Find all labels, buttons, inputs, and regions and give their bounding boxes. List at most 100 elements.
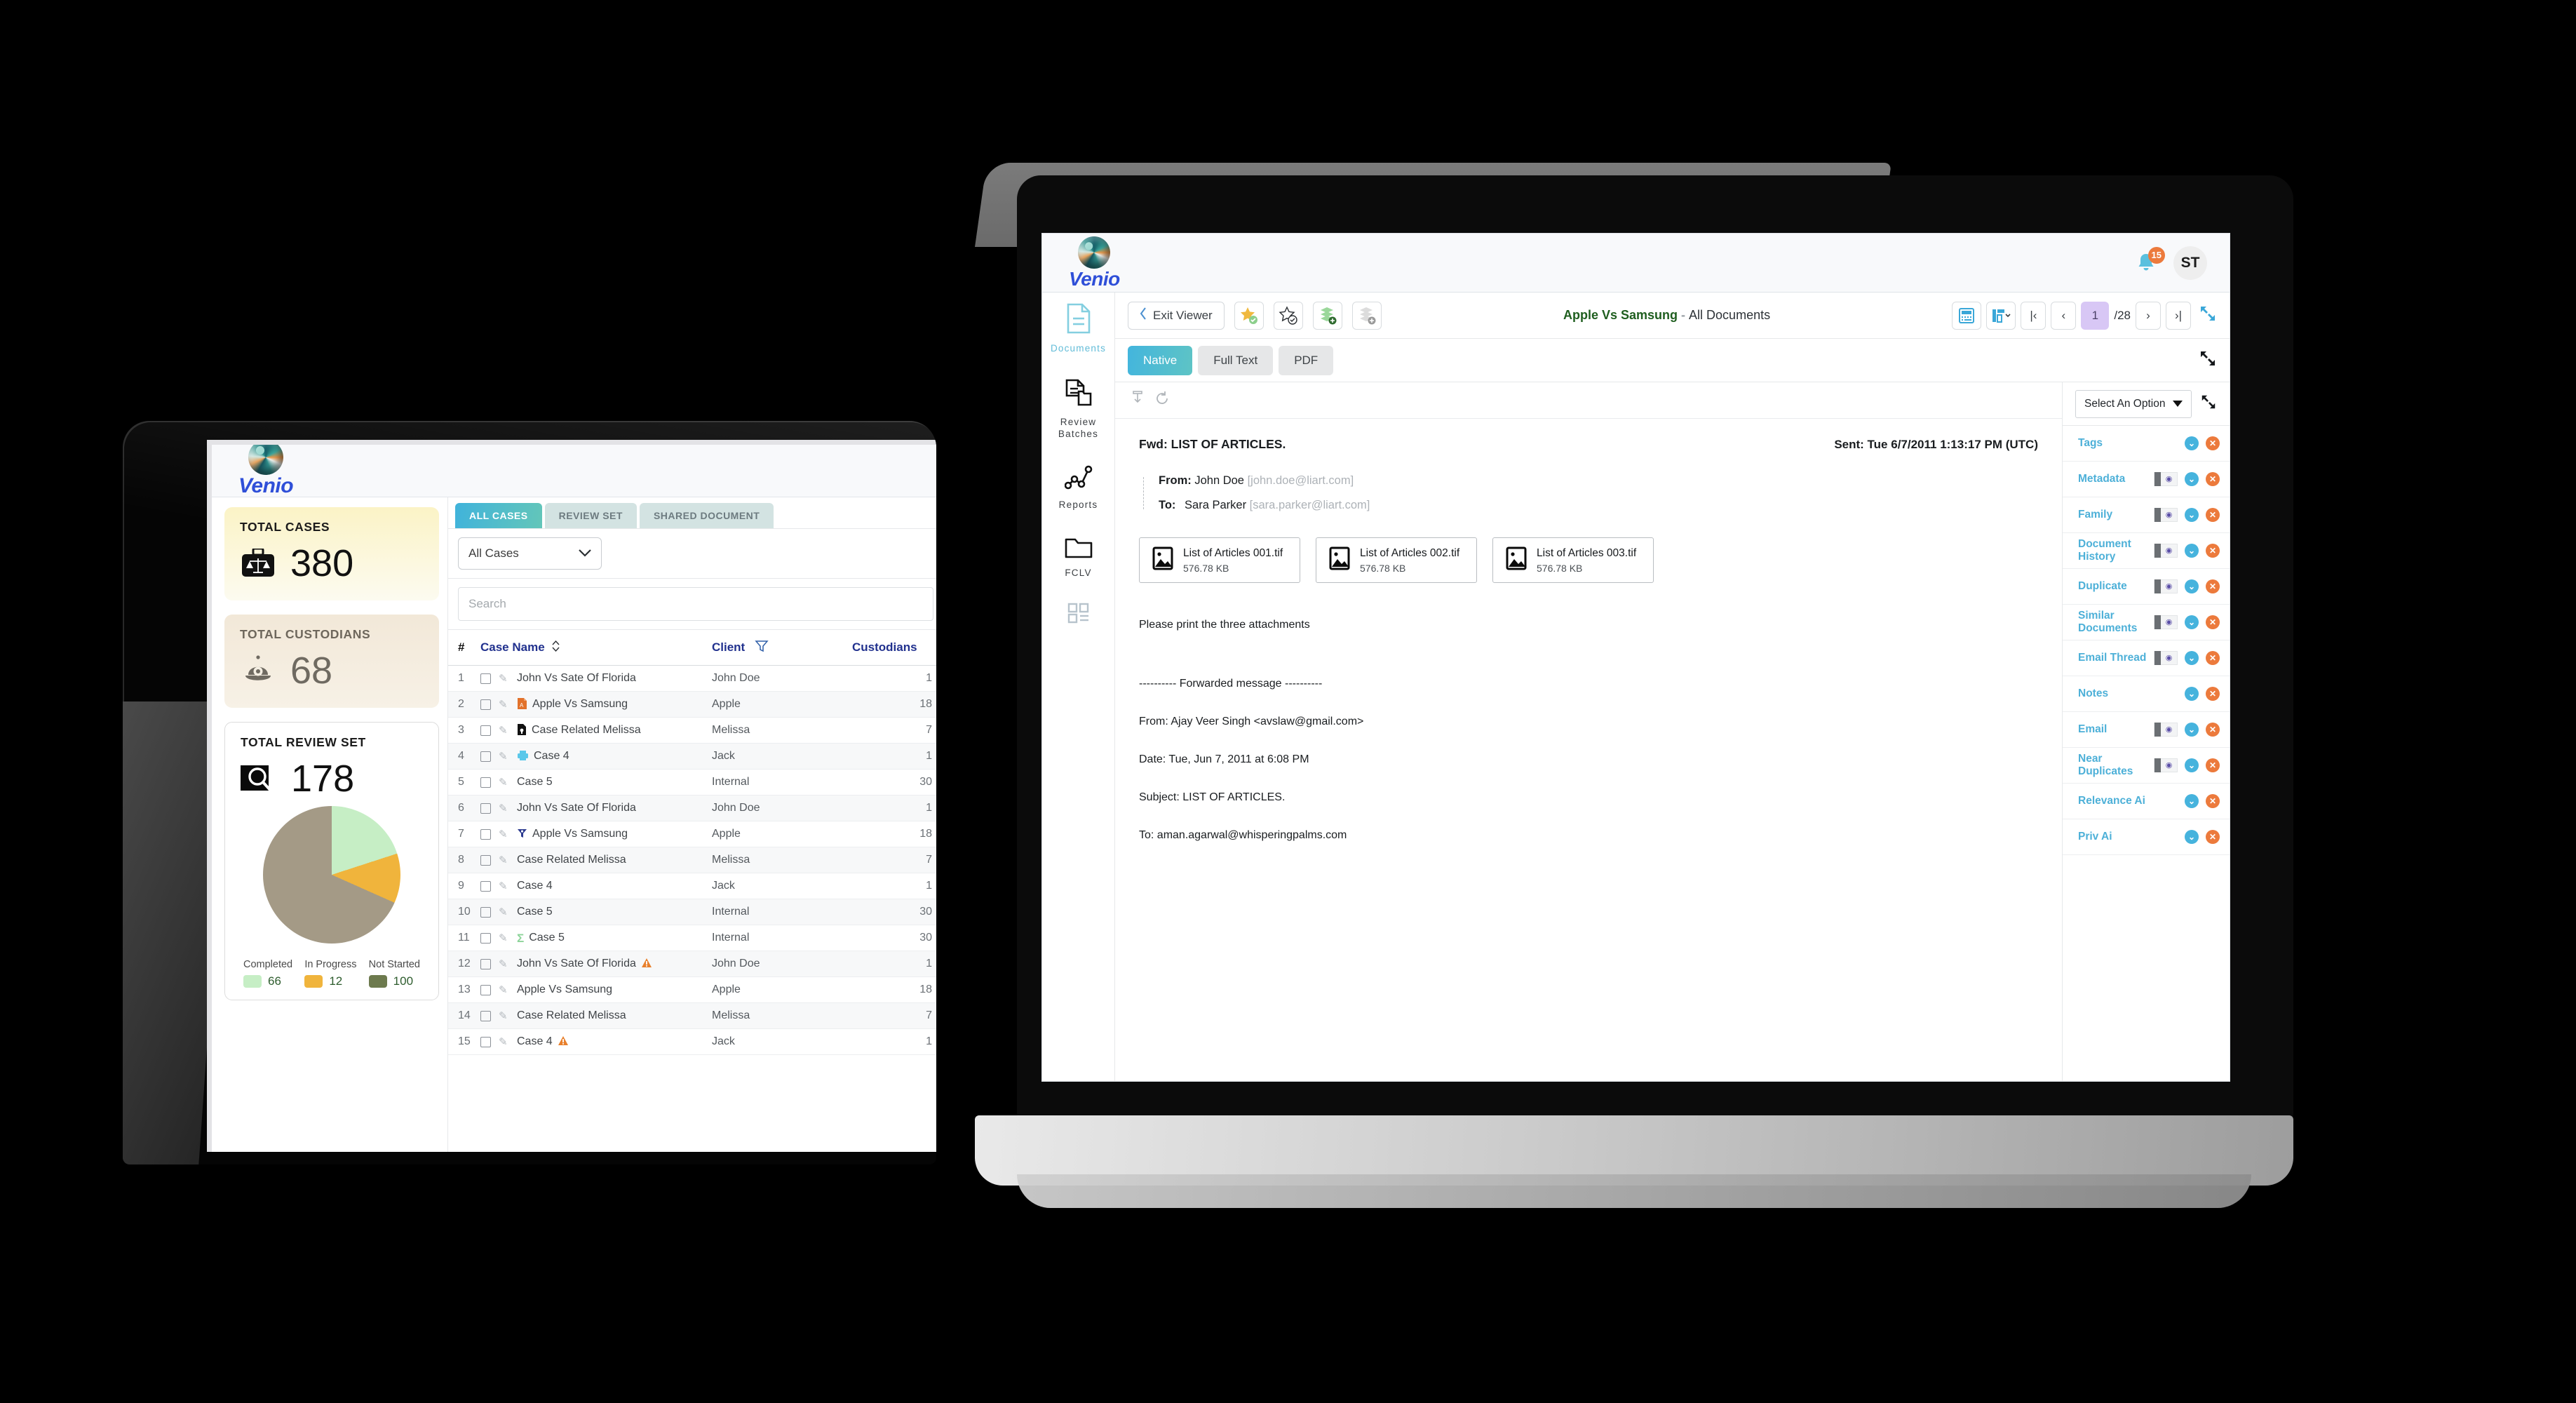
expand-icon[interactable] [2199, 304, 2217, 326]
chevron-down-circle-icon[interactable]: ⌄ [2185, 436, 2199, 450]
panel-item-relevance-ai[interactable]: Relevance Ai ⌄ ✕ [2063, 784, 2230, 819]
prev-page-button[interactable]: ‹ [2051, 301, 2077, 330]
sidebar-item-documents[interactable]: Documents [1042, 302, 1114, 355]
row-checkbox[interactable] [480, 1036, 499, 1047]
row-checkbox[interactable] [480, 725, 499, 736]
chevron-down-circle-icon[interactable]: ⌄ [2185, 472, 2199, 486]
sidebar-item-fclv[interactable]: FCLV [1042, 535, 1114, 579]
close-circle-icon[interactable]: ✕ [2206, 436, 2220, 450]
close-circle-icon[interactable]: ✕ [2206, 758, 2220, 772]
avatar[interactable]: ST [2173, 246, 2207, 280]
chevron-down-circle-icon[interactable]: ⌄ [2185, 758, 2199, 772]
case-filter-select[interactable]: All Cases [458, 537, 602, 570]
column-header-case-name[interactable]: Case Name [480, 640, 712, 656]
table-row[interactable]: 3 ✎ Case Related Melissa Melissa 7 [448, 718, 936, 744]
preview-toggle[interactable]: ◉ [2154, 508, 2178, 522]
table-row[interactable]: 6 ✎ John Vs Sate Of Florida John Doe 1 [448, 796, 936, 821]
notifications-bell[interactable]: 15 [2134, 246, 2165, 275]
panel-item-near-duplicates[interactable]: Near Duplicates ◉ ⌄ ✕ [2063, 748, 2230, 784]
row-checkbox[interactable] [480, 699, 499, 710]
select-an-option-dropdown[interactable]: Select An Option [2075, 389, 2192, 418]
table-row[interactable]: 10 ✎ Case 5 Internal 30 [448, 899, 936, 925]
row-checkbox[interactable] [480, 751, 499, 762]
table-row[interactable]: 11 ✎ Σ Case 5 Internal 30 [448, 925, 936, 951]
chevron-down-circle-icon[interactable]: ⌄ [2185, 544, 2199, 558]
chevron-down-circle-icon[interactable]: ⌄ [2185, 723, 2199, 737]
tab-full-text[interactable]: Full Text [1198, 345, 1274, 375]
chevron-down-circle-icon[interactable]: ⌄ [2185, 794, 2199, 808]
chevron-down-circle-icon[interactable]: ⌄ [2185, 508, 2199, 522]
edit-pencil-icon[interactable]: ✎ [499, 828, 517, 840]
sort-icon[interactable] [552, 640, 560, 656]
first-page-button[interactable]: |‹ [2021, 301, 2046, 330]
chevron-down-circle-icon[interactable]: ⌄ [2185, 615, 2199, 629]
panel-item-document-history[interactable]: Document History ◉ ⌄ ✕ [2063, 533, 2230, 569]
tab-pdf[interactable]: PDF [1279, 345, 1334, 375]
refresh-icon[interactable] [1154, 391, 1170, 410]
close-circle-icon[interactable]: ✕ [2206, 472, 2220, 486]
panel-item-tags[interactable]: Tags ⌄ ✕ [2063, 426, 2230, 462]
row-checkbox[interactable] [480, 906, 499, 918]
stack-grey-add-icon[interactable] [1351, 301, 1382, 330]
edit-pencil-icon[interactable]: ✎ [499, 854, 517, 866]
edit-pencil-icon[interactable]: ✎ [499, 672, 517, 685]
chevron-down-circle-icon[interactable]: ⌄ [2185, 687, 2199, 701]
preview-toggle[interactable]: ◉ [2154, 615, 2178, 629]
panel-item-notes[interactable]: Notes ⌄ ✕ [2063, 676, 2230, 712]
chevron-down-circle-icon[interactable]: ⌄ [2185, 651, 2199, 665]
current-page-input[interactable]: 1 [2081, 301, 2110, 330]
tab-review-set[interactable]: REVIEW SET [544, 503, 637, 528]
tab-shared-document[interactable]: SHARED DOCUMENT [639, 503, 774, 528]
preview-toggle[interactable]: ◉ [2154, 723, 2178, 737]
layout-icon[interactable] [1986, 301, 2016, 330]
stack-green-add-icon[interactable] [1312, 301, 1342, 330]
next-page-button[interactable]: › [2136, 301, 2161, 330]
row-checkbox[interactable] [480, 1010, 499, 1021]
chevron-down-circle-icon[interactable]: ⌄ [2185, 830, 2199, 844]
preview-toggle[interactable]: ◉ [2154, 651, 2178, 665]
sidebar-item-grid[interactable] [1042, 603, 1114, 632]
close-circle-icon[interactable]: ✕ [2206, 723, 2220, 737]
search-input[interactable]: Search [458, 587, 933, 621]
table-row[interactable]: 4 ✎ Case 4 Jack 1 [448, 744, 936, 770]
close-circle-icon[interactable]: ✕ [2206, 544, 2220, 558]
native-pane-expand-icon[interactable] [2199, 349, 2217, 371]
row-checkbox[interactable] [480, 880, 499, 892]
table-row[interactable]: 9 ✎ Case 4 Jack 1 [448, 873, 936, 899]
row-checkbox[interactable] [480, 803, 499, 814]
attachment-item[interactable]: List of Articles 003.tif 576.78 KB [1492, 537, 1654, 583]
panel-item-email[interactable]: Email ◉ ⌄ ✕ [2063, 712, 2230, 748]
edit-pencil-icon[interactable]: ✎ [499, 880, 517, 892]
close-circle-icon[interactable]: ✕ [2206, 579, 2220, 593]
sidebar-item-reports[interactable]: Reports [1042, 464, 1114, 511]
row-checkbox[interactable] [480, 854, 499, 866]
close-circle-icon[interactable]: ✕ [2206, 794, 2220, 808]
star-filled-check-icon[interactable] [1234, 301, 1264, 330]
edit-pencil-icon[interactable]: ✎ [499, 932, 517, 944]
panel-item-similar-documents[interactable]: Similar Documents ◉ ⌄ ✕ [2063, 605, 2230, 640]
row-checkbox[interactable] [480, 958, 499, 969]
edit-pencil-icon[interactable]: ✎ [499, 750, 517, 763]
edit-pencil-icon[interactable]: ✎ [499, 906, 517, 918]
close-circle-icon[interactable]: ✕ [2206, 615, 2220, 629]
chevron-down-circle-icon[interactable]: ⌄ [2185, 579, 2199, 593]
edit-pencil-icon[interactable]: ✎ [499, 698, 517, 711]
filter-funnel-icon[interactable] [755, 639, 769, 657]
column-header-client[interactable]: Client [712, 639, 852, 657]
panel-expand-icon[interactable] [2200, 394, 2217, 414]
close-circle-icon[interactable]: ✕ [2206, 830, 2220, 844]
sidebar-item-review-batches[interactable]: Review Batches [1042, 379, 1114, 441]
app-logo[interactable]: Venio [238, 445, 294, 497]
preview-toggle[interactable]: ◉ [2154, 544, 2178, 558]
row-checkbox[interactable] [480, 984, 499, 995]
edit-pencil-icon[interactable]: ✎ [499, 958, 517, 970]
row-checkbox[interactable] [480, 777, 499, 788]
table-row[interactable]: 15 ✎ Case 4 Jack 1 [448, 1029, 936, 1055]
table-row[interactable]: 5 ✎ Case 5 Internal 30 [448, 770, 936, 796]
download-icon[interactable] [1131, 391, 1145, 410]
close-circle-icon[interactable]: ✕ [2206, 508, 2220, 522]
preview-toggle[interactable]: ◉ [2154, 579, 2178, 593]
table-row[interactable]: 1 ✎ John Vs Sate Of Florida John Doe 1 [448, 666, 936, 692]
star-outline-check-icon[interactable] [1273, 301, 1303, 330]
table-row[interactable]: 2 ✎ A Apple Vs Samsung Apple 18 [448, 692, 936, 718]
